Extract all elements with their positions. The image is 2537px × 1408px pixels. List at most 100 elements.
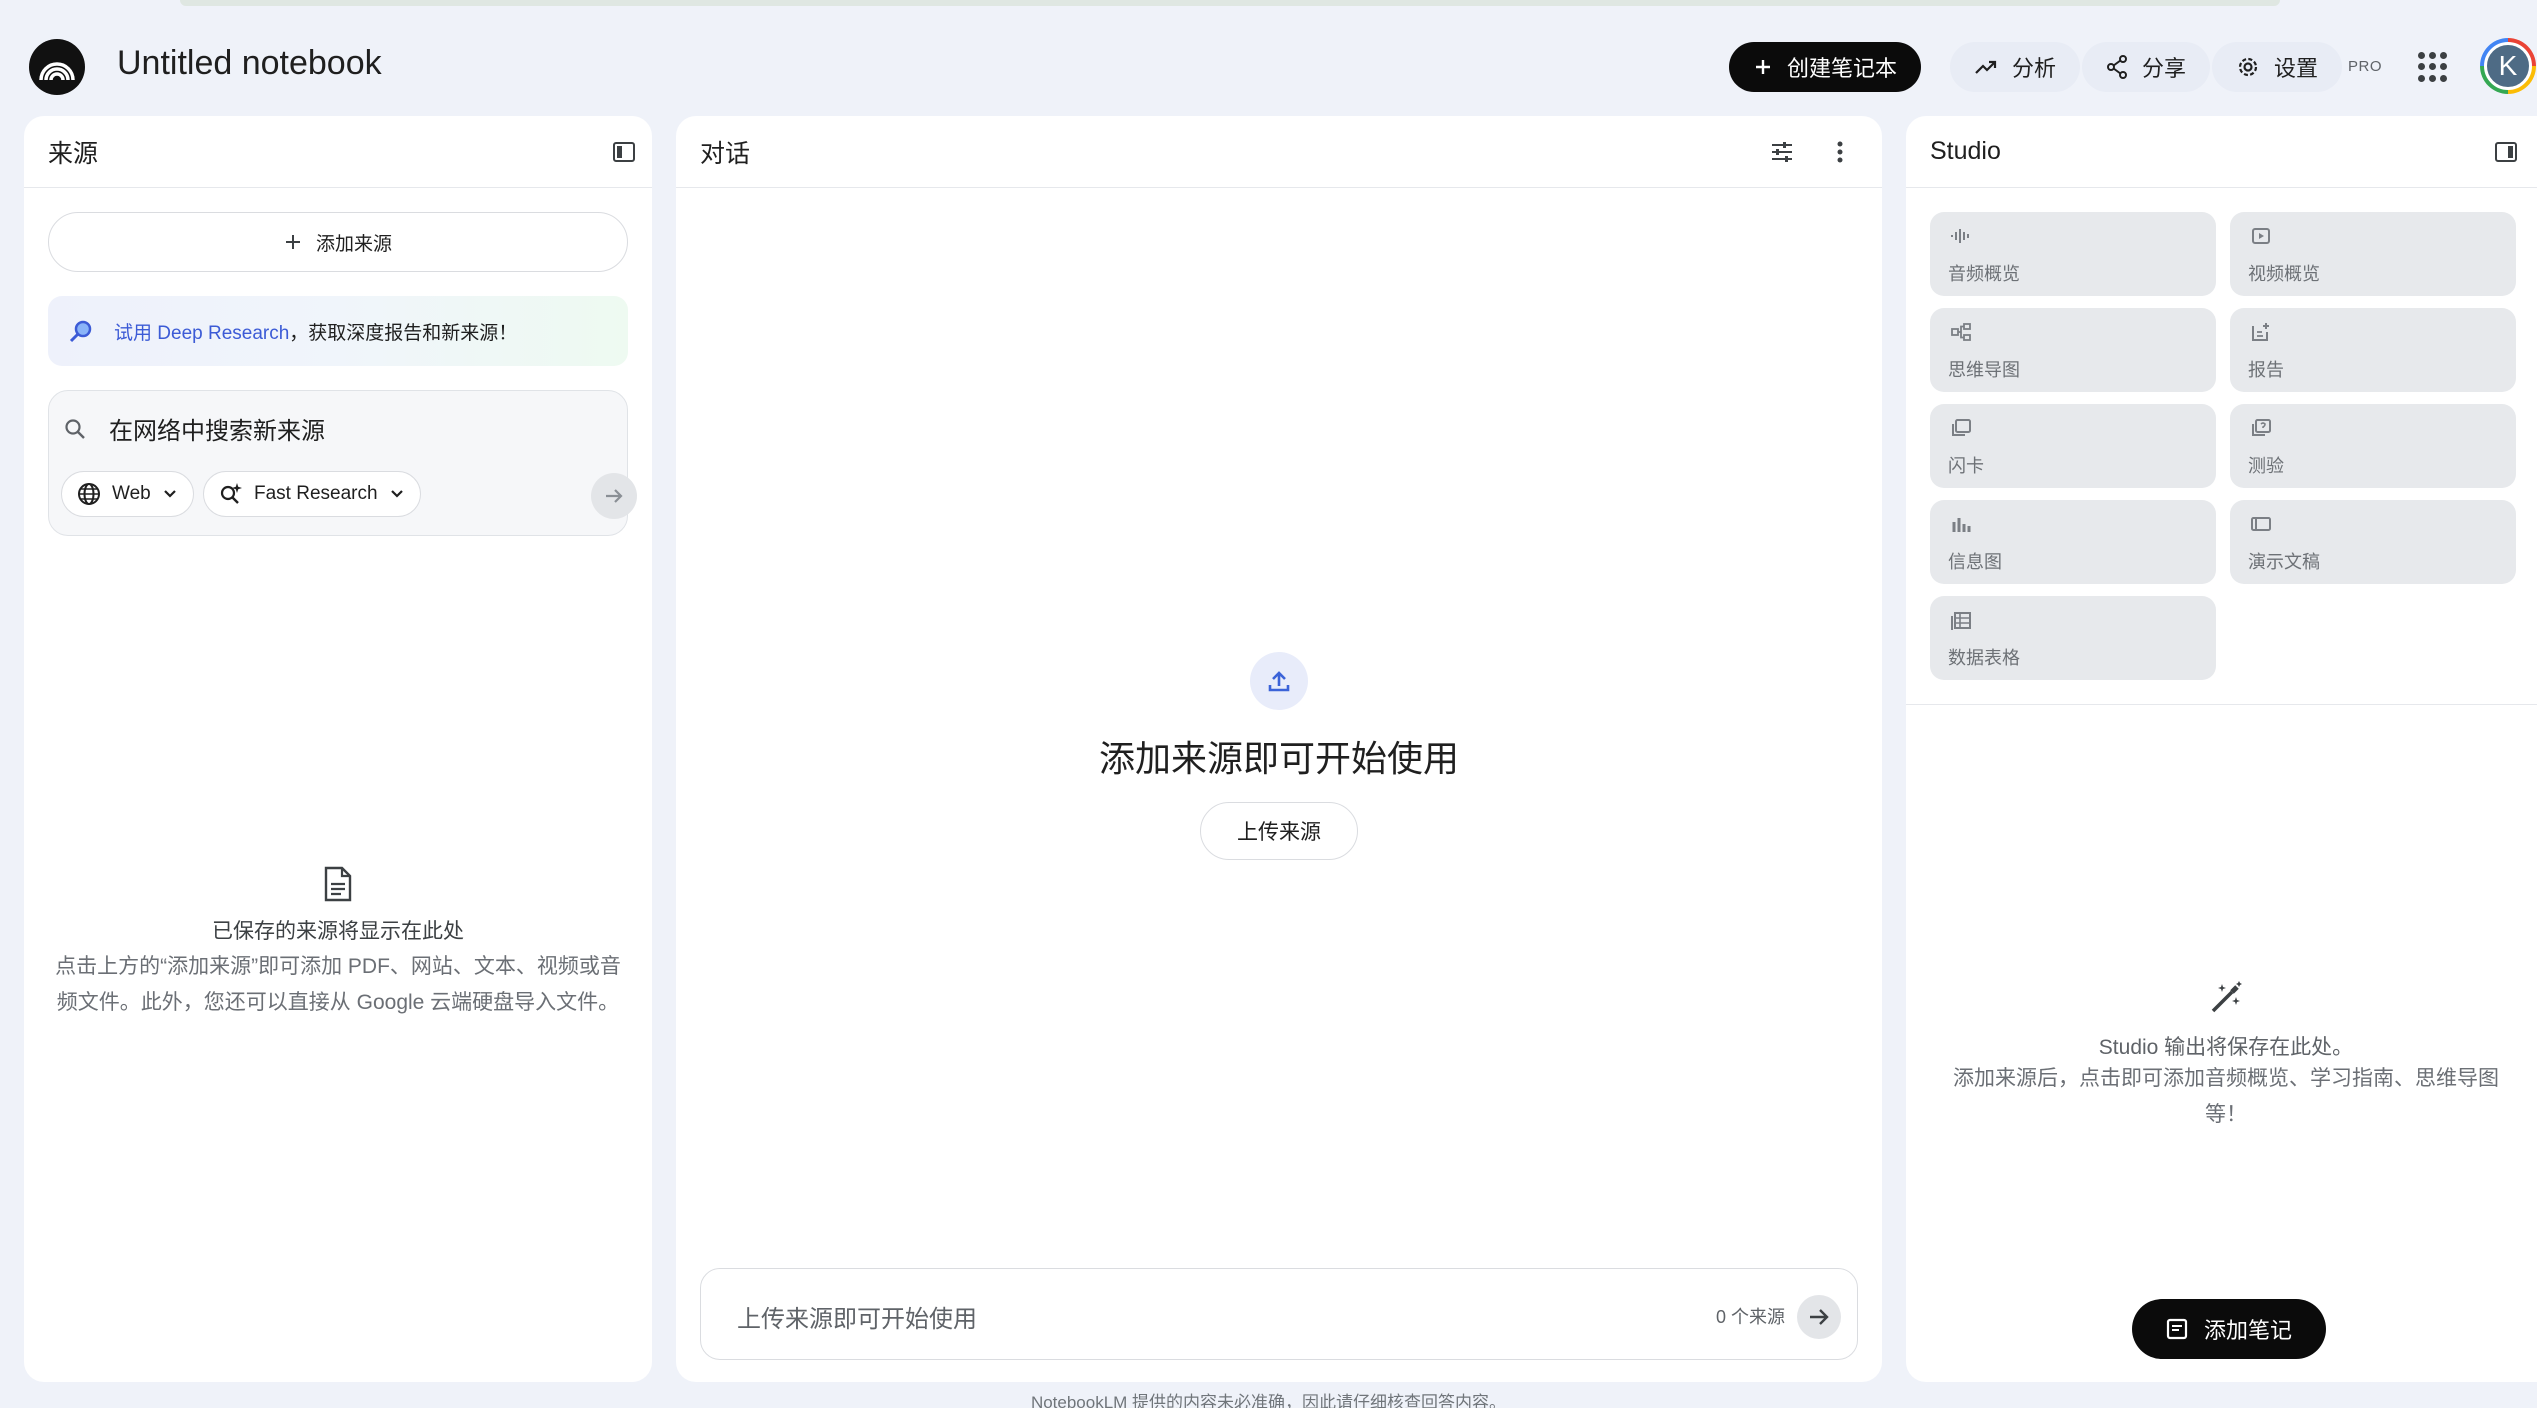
web-search-box: 在网络中搜索新来源 Web Fast Research bbox=[48, 390, 637, 536]
upload-source-button[interactable]: 上传来源 bbox=[1200, 802, 1358, 860]
chat-empty-title: 添加来源即可开始使用 bbox=[1098, 738, 1459, 779]
upload-icon bbox=[1250, 652, 1308, 710]
tile-report[interactable]: 报告 bbox=[2230, 308, 2516, 392]
research-mode-dropdown[interactable]: Fast Research bbox=[203, 471, 421, 517]
footer-disclaimer: NotebookLM 提供的内容未必准确，因此请仔细核查回答内容。 bbox=[1030, 1393, 1507, 1408]
deep-research-text: 试用 Deep Research，获取深度报告和新来源！ bbox=[114, 318, 517, 345]
infographic-icon bbox=[1952, 518, 1971, 532]
research-chip-label: Fast Research bbox=[254, 483, 378, 504]
tile-label: 视频概览 bbox=[2248, 264, 2320, 284]
document-icon bbox=[324, 866, 352, 902]
chat-title: 对话 bbox=[700, 139, 751, 168]
app-header: Untitled notebook 创建笔记本 分析 分享 设置 PRO K bbox=[0, 14, 2537, 118]
sources-empty-title: 已保存的来源将显示在此处 bbox=[212, 920, 464, 943]
tile-label: 演示文稿 bbox=[2248, 552, 2320, 572]
chevron-down-icon bbox=[163, 490, 176, 498]
collapse-panel-icon[interactable] bbox=[610, 138, 638, 166]
tile-infographic[interactable]: 信息图 bbox=[1930, 500, 2216, 584]
share-icon bbox=[2107, 55, 2127, 79]
chat-input[interactable]: 上传来源即可开始使用 bbox=[737, 1299, 977, 1334]
analytics-button[interactable]: 分析 bbox=[1950, 42, 2081, 92]
tile-label: 数据表格 bbox=[1948, 648, 2020, 668]
magic-wand-icon bbox=[2211, 981, 2242, 1013]
globe-icon bbox=[78, 483, 100, 505]
source-count: 0 个来源 bbox=[1716, 1307, 1786, 1327]
sources-title: 来源 bbox=[48, 139, 99, 168]
studio-header: Studio bbox=[1906, 116, 2537, 188]
tile-label: 音频概览 bbox=[1948, 264, 2020, 284]
web-search-row[interactable]: 在网络中搜索新来源 bbox=[63, 411, 325, 446]
sources-panel: 来源 添加来源 试用 Deep Research，获取深度报告和新来源！ 在网络… bbox=[24, 116, 652, 1382]
avatar[interactable]: K bbox=[2480, 38, 2536, 94]
gear-icon bbox=[2238, 57, 2258, 77]
chevron-down-icon bbox=[390, 490, 403, 498]
pro-badge: PRO bbox=[2348, 58, 2383, 75]
search-sparkle-icon bbox=[69, 320, 92, 343]
tile-label: 思维导图 bbox=[1948, 360, 2020, 380]
trending-up-icon bbox=[1975, 60, 1997, 74]
search-spark-icon bbox=[220, 483, 242, 504]
tile-flashcards[interactable]: 闪卡 bbox=[1930, 404, 2216, 488]
sources-empty-state: 已保存的来源将显示在此处 点击上方的“添加来源”即可添加 PDF、网站、文本、视… bbox=[54, 866, 622, 1021]
settings-button[interactable]: 设置 bbox=[2212, 42, 2343, 92]
web-source-dropdown[interactable]: Web bbox=[61, 471, 194, 517]
deep-research-suffix: ，获取深度报告和新来源！ bbox=[289, 322, 518, 344]
tile-label: 闪卡 bbox=[1948, 456, 1984, 476]
settings-label: 设置 bbox=[2274, 56, 2319, 81]
report-icon bbox=[2252, 323, 2269, 341]
avatar-initial: K bbox=[2484, 42, 2532, 90]
arrow-right-icon bbox=[606, 489, 623, 503]
video-icon bbox=[2252, 228, 2270, 244]
studio-panel: Studio 音频概览 视频概览 思维导图 报告 闪卡 测验 信息图 演示文稿 … bbox=[1906, 116, 2537, 1382]
studio-empty-state: Studio 输出将保存在此处。 添加来源后，点击即可添加音频概览、学习指南、思… bbox=[1936, 980, 2516, 1133]
flashcards-icon bbox=[1952, 419, 1971, 436]
tile-label: 报告 bbox=[2248, 360, 2284, 380]
notebooklm-logo[interactable] bbox=[29, 39, 85, 95]
add-note-button[interactable]: 添加笔记 bbox=[2132, 1299, 2327, 1359]
deep-research-link[interactable]: 试用 Deep Research bbox=[114, 323, 289, 344]
tile-slides[interactable]: 演示文稿 bbox=[2230, 500, 2516, 584]
search-submit-button[interactable] bbox=[591, 473, 637, 519]
audio-waveform-icon bbox=[1951, 229, 1969, 243]
studio-empty-desc: 添加来源后，点击即可添加音频概览、学习指南、思维导图等！ bbox=[1953, 1067, 2499, 1126]
sources-header: 来源 bbox=[24, 116, 652, 188]
chat-panel: 对话 添加来源即可开始使用 上传来源 上传来源即可开始使用 0 个来源 bbox=[676, 116, 1882, 1382]
send-button[interactable] bbox=[1797, 1295, 1841, 1339]
add-source-button[interactable]: 添加来源 bbox=[48, 212, 628, 272]
tile-audio-overview[interactable]: 音频概览 bbox=[1930, 212, 2216, 296]
web-chip-label: Web bbox=[112, 483, 151, 504]
chat-settings-icon[interactable] bbox=[1768, 138, 1796, 166]
plus-icon bbox=[285, 235, 300, 249]
arrow-right-icon bbox=[1810, 1309, 1829, 1325]
deep-research-banner[interactable]: 试用 Deep Research，获取深度报告和新来源！ bbox=[48, 296, 628, 366]
create-notebook-label: 创建笔记本 bbox=[1787, 56, 1898, 81]
add-source-label: 添加来源 bbox=[315, 233, 392, 255]
share-button[interactable]: 分享 bbox=[2082, 42, 2211, 92]
tile-label: 信息图 bbox=[1948, 552, 2002, 572]
slides-icon bbox=[2251, 517, 2271, 531]
notebook-title[interactable]: Untitled notebook bbox=[117, 44, 382, 83]
chat-input-box[interactable]: 上传来源即可开始使用 0 个来源 bbox=[700, 1268, 1858, 1360]
quiz-icon bbox=[2252, 419, 2271, 436]
mind-map-icon bbox=[1951, 323, 1971, 341]
add-note-label: 添加笔记 bbox=[2204, 1318, 2293, 1343]
apps-grid-icon[interactable] bbox=[2418, 52, 2448, 82]
chat-empty-state: 添加来源即可开始使用 上传来源 bbox=[676, 652, 1882, 860]
collapse-panel-icon[interactable] bbox=[2492, 138, 2520, 166]
chat-header: 对话 bbox=[676, 116, 1882, 188]
sources-empty-desc: 点击上方的“添加来源”即可添加 PDF、网站、文本、视频或音频文件。此外，您还可… bbox=[55, 955, 621, 1014]
create-notebook-button[interactable]: 创建笔记本 bbox=[1729, 42, 1922, 92]
note-icon bbox=[2166, 1318, 2188, 1340]
analytics-label: 分析 bbox=[2012, 56, 2057, 81]
plus-icon bbox=[1756, 60, 1770, 74]
tile-quiz[interactable]: 测验 bbox=[2230, 404, 2516, 488]
search-icon bbox=[65, 418, 85, 439]
tile-video-overview[interactable]: 视频概览 bbox=[2230, 212, 2516, 296]
studio-empty-title: Studio 输出将保存在此处。 bbox=[2098, 1036, 2354, 1059]
tile-mind-map[interactable]: 思维导图 bbox=[1930, 308, 2216, 392]
studio-title: Studio bbox=[1930, 137, 2001, 165]
studio-divider bbox=[1906, 704, 2537, 705]
more-vert-icon[interactable] bbox=[1826, 138, 1854, 166]
search-input[interactable]: 在网络中搜索新来源 bbox=[109, 411, 325, 446]
tile-data-table[interactable]: 数据表格 bbox=[1930, 596, 2216, 680]
